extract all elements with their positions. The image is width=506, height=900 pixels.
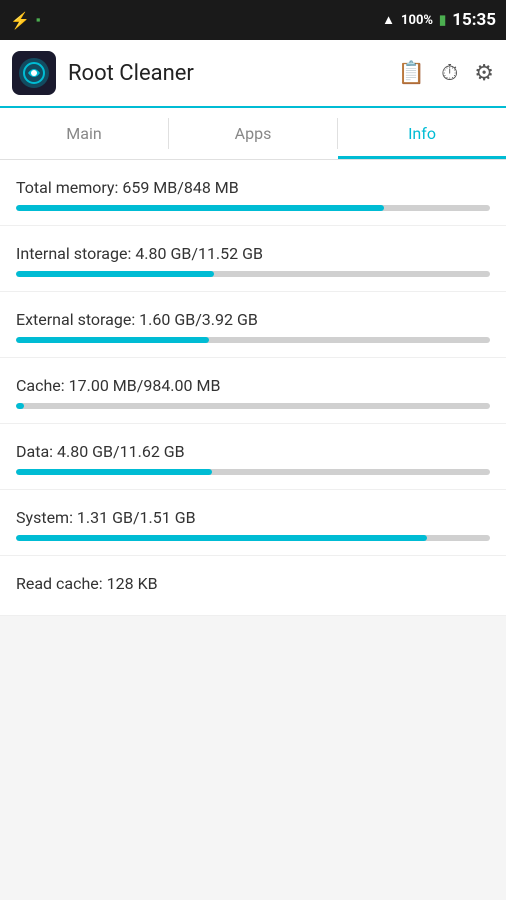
stat-row-system: System: 1.31 GB/1.51 GB <box>0 490 506 556</box>
progress-bg-system <box>16 535 490 541</box>
stat-label-external-storage: External storage: 1.60 GB/3.92 GB <box>16 310 490 329</box>
progress-fill-total-memory <box>16 205 384 211</box>
app-icon <box>12 51 56 95</box>
stat-row-cache: Cache: 17.00 MB/984.00 MB <box>0 358 506 424</box>
progress-bg-external-storage <box>16 337 490 343</box>
tab-bar: Main Apps Info <box>0 108 506 160</box>
progress-fill-internal-storage <box>16 271 214 277</box>
title-actions: 📋 ⏱ ⚙ <box>398 61 494 86</box>
notes-icon[interactable]: 📋 <box>398 61 425 86</box>
stat-label-system: System: 1.31 GB/1.51 GB <box>16 508 490 527</box>
progress-bg-data <box>16 469 490 475</box>
status-bar: ⚡ ▪ ▲ 100% ▮ 15:35 <box>0 0 506 40</box>
progress-fill-cache <box>16 403 24 409</box>
stat-row-internal-storage: Internal storage: 4.80 GB/11.52 GB <box>0 226 506 292</box>
stat-row-total-memory: Total memory: 659 MB/848 MB <box>0 160 506 226</box>
title-bar: Root Cleaner 📋 ⏱ ⚙ <box>0 40 506 108</box>
app-title: Root Cleaner <box>68 61 386 86</box>
history-icon[interactable]: ⏱ <box>441 61 458 86</box>
stat-label-total-memory: Total memory: 659 MB/848 MB <box>16 178 490 197</box>
usb-icon: ⚡ <box>10 11 30 30</box>
signal-icon: ▲ <box>382 12 395 28</box>
status-right: ▲ 100% ▮ 15:35 <box>382 10 496 30</box>
battery-percent: 100% <box>401 13 433 28</box>
app-logo-icon <box>18 57 50 89</box>
progress-fill-external-storage <box>16 337 209 343</box>
progress-bg-internal-storage <box>16 271 490 277</box>
tab-apps[interactable]: Apps <box>169 108 337 159</box>
battery-icon: ▪ <box>36 12 41 28</box>
stat-row-read-cache: Read cache: 128 KB <box>0 556 506 616</box>
tab-main[interactable]: Main <box>0 108 168 159</box>
progress-fill-data <box>16 469 212 475</box>
progress-fill-system <box>16 535 427 541</box>
progress-bg-cache <box>16 403 490 409</box>
stat-label-data: Data: 4.80 GB/11.62 GB <box>16 442 490 461</box>
tab-info[interactable]: Info <box>338 108 506 159</box>
stat-label-cache: Cache: 17.00 MB/984.00 MB <box>16 376 490 395</box>
stat-row-external-storage: External storage: 1.60 GB/3.92 GB <box>0 292 506 358</box>
stat-label-read-cache: Read cache: 128 KB <box>16 574 490 593</box>
stat-label-internal-storage: Internal storage: 4.80 GB/11.52 GB <box>16 244 490 263</box>
progress-bg-total-memory <box>16 205 490 211</box>
time-display: 15:35 <box>452 10 496 30</box>
status-left: ⚡ ▪ <box>10 11 41 30</box>
battery-full-icon: ▮ <box>439 13 446 28</box>
settings-icon[interactable]: ⚙ <box>474 61 494 86</box>
content-area: Total memory: 659 MB/848 MB Internal stor… <box>0 160 506 616</box>
stat-row-data: Data: 4.80 GB/11.62 GB <box>0 424 506 490</box>
